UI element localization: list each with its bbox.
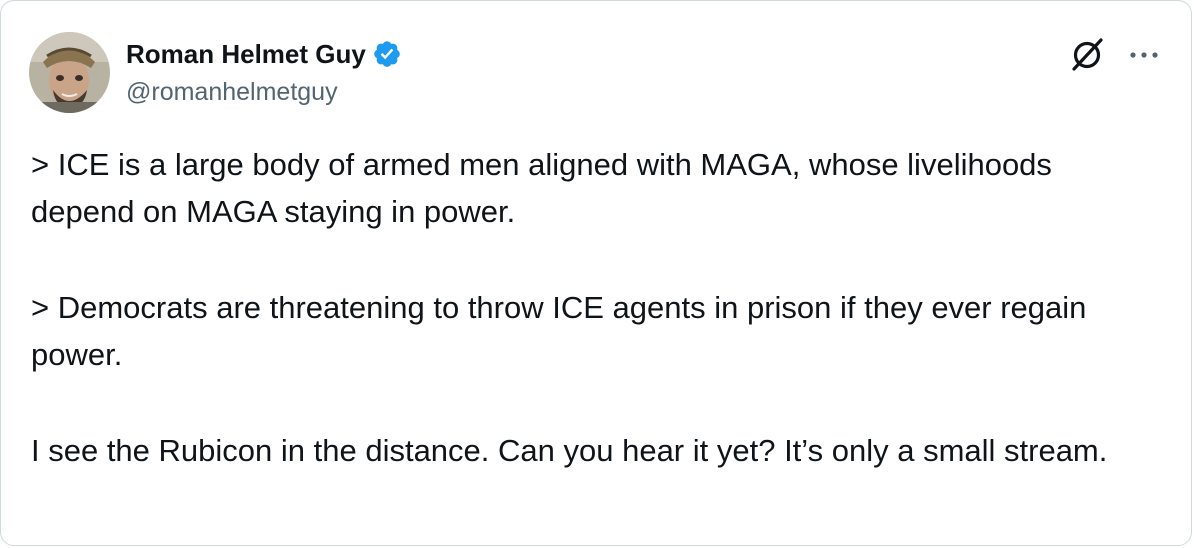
tweet-card[interactable]: Roman Helmet Guy @romanhelmetguy > ICE i…	[0, 0, 1192, 546]
tweet-paragraph: > Democrats are threatening to throw ICE…	[31, 290, 1096, 372]
more-options-icon[interactable]	[1126, 43, 1162, 67]
author-handle[interactable]: @romanhelmetguy	[126, 78, 338, 107]
avatar[interactable]	[29, 32, 110, 113]
grok-icon[interactable]	[1067, 33, 1109, 75]
tweet-paragraph: I see the Rubicon in the distance. Can y…	[31, 433, 1108, 468]
tweet-paragraph: > ICE is a large body of armed men align…	[31, 147, 1061, 229]
verified-badge-icon	[374, 41, 400, 67]
author-name-row: Roman Helmet Guy	[126, 36, 402, 72]
tweet-text: > ICE is a large body of armed men align…	[31, 141, 1161, 474]
author-display-name[interactable]: Roman Helmet Guy	[126, 39, 366, 70]
